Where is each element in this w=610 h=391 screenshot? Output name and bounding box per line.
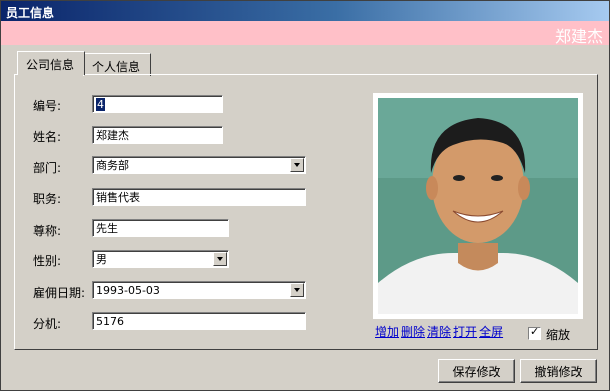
chevron-down-icon[interactable] xyxy=(290,158,304,172)
title-label: 尊称: xyxy=(33,224,62,238)
hire-date-value: 1993-05-03 xyxy=(96,284,160,297)
zoom-label: 缩放 xyxy=(546,328,571,342)
fullscreen-photo-link[interactable]: 全屏 xyxy=(479,325,503,339)
gender-value: 男 xyxy=(96,253,107,266)
position-label: 职务: xyxy=(33,192,62,206)
title-bar[interactable]: 员工信息 xyxy=(1,1,609,21)
open-photo-link[interactable]: 打开 xyxy=(453,325,477,339)
window-title: 员工信息 xyxy=(6,6,55,20)
banner-employee-name: 郑建杰 xyxy=(554,27,603,46)
chevron-down-icon[interactable] xyxy=(290,283,304,297)
cancel-button[interactable]: 撤销修改 xyxy=(520,359,597,383)
chevron-down-icon[interactable] xyxy=(213,252,227,266)
photo-actions: 增加 删除 清除 打开 全屏 xyxy=(375,323,505,340)
gender-select[interactable]: 男 xyxy=(92,250,229,268)
save-button[interactable]: 保存修改 xyxy=(438,359,515,383)
extension-label: 分机: xyxy=(33,317,62,331)
tab-company-info-label: 公司信息 xyxy=(26,58,75,72)
hire-date-label: 雇佣日期: xyxy=(33,286,86,300)
add-photo-link[interactable]: 增加 xyxy=(375,325,399,339)
photo-image xyxy=(378,98,578,314)
tab-personal-info-label: 个人信息 xyxy=(92,60,141,74)
extension-field[interactable]: 5176 xyxy=(92,312,306,330)
position-field[interactable]: 销售代表 xyxy=(92,188,306,206)
gender-label: 性别: xyxy=(33,254,62,268)
zoom-checkbox[interactable] xyxy=(528,325,541,340)
clear-photo-link[interactable]: 清除 xyxy=(427,325,451,339)
department-value: 商务部 xyxy=(96,159,129,172)
employee-info-window: 员工信息 郑建杰 公司信息 个人信息 编号: 4 姓名: 郑建杰 部门: 商务部… xyxy=(0,0,610,391)
tab-company-info[interactable]: 公司信息 xyxy=(17,51,85,75)
hire-date-picker[interactable]: 1993-05-03 xyxy=(92,281,306,299)
id-field[interactable]: 4 xyxy=(92,95,223,113)
name-field[interactable]: 郑建杰 xyxy=(92,126,223,144)
id-value: 4 xyxy=(96,98,105,111)
title-field[interactable]: 先生 xyxy=(92,219,229,237)
department-label: 部门: xyxy=(33,161,62,175)
employee-photo xyxy=(373,93,583,319)
id-label: 编号: xyxy=(33,99,62,113)
delete-photo-link[interactable]: 删除 xyxy=(401,325,425,339)
tab-personal-info[interactable]: 个人信息 xyxy=(83,53,151,76)
name-banner: 郑建杰 xyxy=(1,21,609,46)
name-label: 姓名: xyxy=(33,130,62,144)
department-select[interactable]: 商务部 xyxy=(92,156,306,174)
